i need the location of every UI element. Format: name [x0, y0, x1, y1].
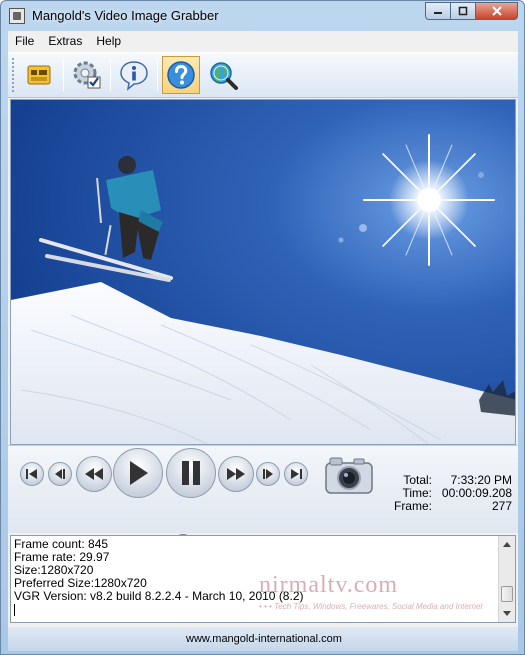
- grab-frames-button[interactable]: [21, 56, 59, 94]
- playback-controls: Total: 7:33:20 PM Time: 00:00:09.208 Fra…: [8, 445, 518, 550]
- rewind-icon: [85, 468, 103, 480]
- web-search-button[interactable]: [204, 56, 242, 94]
- video-image: [11, 100, 515, 444]
- menu-help[interactable]: Help: [89, 34, 128, 48]
- snapshot-button[interactable]: [324, 454, 374, 496]
- frame-value: 277: [491, 499, 512, 513]
- snapshot-camera-icon: [325, 457, 373, 494]
- step-back-icon: [55, 469, 65, 479]
- menu-extras[interactable]: Extras: [41, 34, 89, 48]
- text-caret: [14, 604, 15, 616]
- scroll-up-icon: [503, 541, 511, 547]
- maximize-icon: [458, 6, 468, 16]
- menu-bar: File Extras Help: [8, 31, 518, 51]
- title-bar[interactable]: Mangold's Video Image Grabber: [1, 1, 524, 30]
- skip-to-end-icon: [291, 469, 302, 479]
- watermark-sub: • • • Tech Tips, Windows, Freewares, Soc…: [259, 602, 483, 611]
- skip-to-end-button[interactable]: [284, 462, 308, 486]
- web-search-icon: [210, 62, 238, 90]
- step-back-button[interactable]: [48, 462, 72, 486]
- toolbar-separator: [110, 59, 111, 91]
- play-button[interactable]: [113, 448, 163, 498]
- minimize-icon: [434, 12, 442, 14]
- pause-button[interactable]: [166, 448, 216, 498]
- close-icon: [491, 6, 502, 16]
- step-forward-icon: [263, 469, 273, 479]
- window-title: Mangold's Video Image Grabber: [32, 8, 219, 23]
- footer-bar: www.mangold-international.com: [8, 627, 518, 651]
- watermark-main: nirmaltv.com: [259, 572, 399, 598]
- close-button[interactable]: [475, 2, 518, 20]
- playback-stats: Total: 7:33:20 PM Time: 00:00:09.208 Fra…: [388, 474, 512, 513]
- skip-to-start-icon: [26, 469, 37, 479]
- help-icon: [167, 61, 195, 89]
- info-button[interactable]: [115, 56, 153, 94]
- help-button[interactable]: [162, 56, 200, 94]
- scroll-up-button[interactable]: [499, 536, 515, 552]
- toolbar-grip[interactable]: [12, 58, 15, 92]
- settings-button[interactable]: [68, 56, 106, 94]
- footer-url[interactable]: www.mangold-international.com: [186, 633, 342, 645]
- step-forward-button[interactable]: [256, 462, 280, 486]
- fast-forward-icon: [227, 468, 245, 480]
- minimize-button[interactable]: [425, 2, 451, 20]
- menu-file[interactable]: File: [8, 34, 41, 48]
- toolbar-separator: [63, 59, 64, 91]
- grab-frames-icon: [27, 65, 51, 85]
- settings-check-icon: [73, 61, 101, 89]
- skip-to-start-button[interactable]: [20, 462, 44, 486]
- watermark: nirmaltv.com • • • Tech Tips, Windows, F…: [259, 572, 509, 622]
- rewind-button[interactable]: [76, 456, 112, 492]
- toolbar: [8, 52, 518, 98]
- client-area: File Extras Help Total: 7:33:20 PM Time:…: [8, 31, 518, 651]
- video-frame[interactable]: [10, 99, 516, 445]
- app-window: Mangold's Video Image Grabber File Extra…: [0, 0, 525, 655]
- play-icon: [130, 461, 148, 485]
- frame-label: Frame:: [393, 499, 432, 513]
- info-icon: [120, 61, 148, 91]
- app-icon[interactable]: [9, 7, 25, 24]
- window-controls: [425, 2, 518, 20]
- maximize-button[interactable]: [450, 2, 476, 20]
- pause-icon: [182, 461, 200, 485]
- toolbar-separator: [157, 59, 158, 91]
- fast-forward-button[interactable]: [218, 456, 254, 492]
